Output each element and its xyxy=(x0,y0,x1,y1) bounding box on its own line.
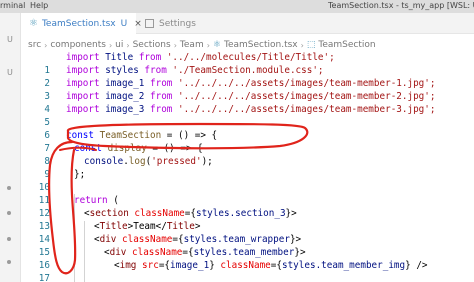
menu-terminal[interactable]: rminal xyxy=(0,1,25,10)
code-text: const TeamSection = () => { xyxy=(66,130,218,141)
code-line[interactable]: 15 <div className={styles.team_wrapper}> xyxy=(21,233,474,258)
code-text: <Title>Team</Title> xyxy=(94,221,201,232)
code-line[interactable]: 5 import image_3 from '../../../../asset… xyxy=(21,103,474,128)
title-bar: rminal Help TeamSection.tsx - ts_my_app … xyxy=(0,0,474,13)
breadcrumb-item[interactable]: TeamSection xyxy=(318,40,375,50)
symbol-icon: ⬚ xyxy=(306,40,316,50)
code-text: <div className={styles.team_wrapper}> xyxy=(94,234,302,245)
code-line[interactable]: 3 import image_1 from '../../../../asset… xyxy=(21,77,474,102)
code-text: <section className={styles.section_3}> xyxy=(84,208,297,219)
breadcrumb-item[interactable]: src xyxy=(28,40,41,50)
code-line[interactable]: 11 xyxy=(21,181,474,206)
decoration-dot xyxy=(7,186,11,190)
code-text: import styles from './TeamSection.module… xyxy=(66,65,324,76)
code-line[interactable]: 2 import styles from './TeamSection.modu… xyxy=(21,64,474,89)
code-line[interactable]: 13 <section className={styles.section_3}… xyxy=(21,207,474,232)
breadcrumb-item[interactable]: Team xyxy=(180,40,204,50)
react-icon: ⚛ xyxy=(212,40,221,50)
decoration-dot xyxy=(7,237,11,241)
decoration-dot xyxy=(7,260,11,264)
code-text: import Title from '../../molecules/Title… xyxy=(66,52,335,63)
tab-teamsection[interactable]: ⚛ TeamSection.tsx U × xyxy=(21,13,142,34)
code-text: }; xyxy=(74,169,86,180)
code-text: import image_2 from '../../../../assets/… xyxy=(66,91,436,102)
code-line[interactable]: 16 <div className={styles.team_member}> xyxy=(21,246,474,271)
untracked-status: U xyxy=(120,18,128,29)
chevron-right-icon: › xyxy=(300,40,304,50)
code-line[interactable]: 8 const display = () => { xyxy=(21,142,474,167)
code-line[interactable]: 14 <Title>Team</Title> xyxy=(21,220,474,245)
breadcrumb-item[interactable]: TeamSection.tsx xyxy=(224,40,298,50)
window-title: TeamSection.tsx - ts_my_app [WSL: Ubuntu xyxy=(328,1,474,10)
code-text: <img src={image_1} className={styles.tea… xyxy=(114,260,428,271)
menu-help[interactable]: Help xyxy=(30,1,48,10)
code-line[interactable]: 4 import image_2 from '../../../../asset… xyxy=(21,90,474,115)
code-editor[interactable]: 1 import Title from '../../molecules/Tit… xyxy=(21,51,474,282)
code-line[interactable]: 10 }; xyxy=(21,168,474,193)
chevron-right-icon: › xyxy=(126,40,130,50)
explorer-edge: U U xyxy=(0,13,21,282)
code-text: const display = () => { xyxy=(74,143,203,154)
code-line[interactable]: 17 <img src={image_1} className={styles.… xyxy=(21,259,474,282)
code-line[interactable]: 6 xyxy=(21,116,474,141)
breadcrumb-item[interactable]: components xyxy=(50,40,106,50)
settings-icon xyxy=(145,19,154,28)
breadcrumb-item[interactable]: Sections xyxy=(133,40,171,50)
chevron-right-icon: › xyxy=(206,40,210,50)
breadcrumb: src › components › ui › Sections › Team … xyxy=(28,38,376,52)
code-text: console.log('pressed'); xyxy=(84,156,213,167)
code-line[interactable]: 1 import Title from '../../molecules/Tit… xyxy=(21,51,474,76)
code-line[interactable]: 12 return ( xyxy=(21,194,474,219)
code-line[interactable]: 7 const TeamSection = () => { xyxy=(21,129,474,154)
code-text: import image_3 from '../../../../assets/… xyxy=(66,104,436,115)
tab-settings[interactable]: Settings xyxy=(137,13,227,34)
chevron-right-icon: › xyxy=(173,40,177,50)
react-icon: ⚛ xyxy=(29,18,38,29)
code-text: <div className={styles.team_member}> xyxy=(104,247,306,258)
code-line[interactable]: 9 console.log('pressed'); xyxy=(21,155,474,180)
code-text: return ( xyxy=(74,195,119,206)
chevron-right-icon: › xyxy=(108,40,113,50)
editor-tab-bar: ⚛ TeamSection.tsx U × Settings xyxy=(21,13,474,34)
decoration-dot xyxy=(7,211,11,215)
breadcrumb-item[interactable]: ui xyxy=(115,40,123,50)
untracked-marker: U xyxy=(7,68,13,77)
code-text: import image_1 from '../../../../assets/… xyxy=(66,78,436,89)
tab-label: Settings xyxy=(159,18,196,29)
line-number: 17 xyxy=(38,273,50,282)
tab-label: TeamSection.tsx xyxy=(41,18,116,29)
untracked-marker: U xyxy=(7,35,13,44)
chevron-right-icon: › xyxy=(44,40,48,50)
